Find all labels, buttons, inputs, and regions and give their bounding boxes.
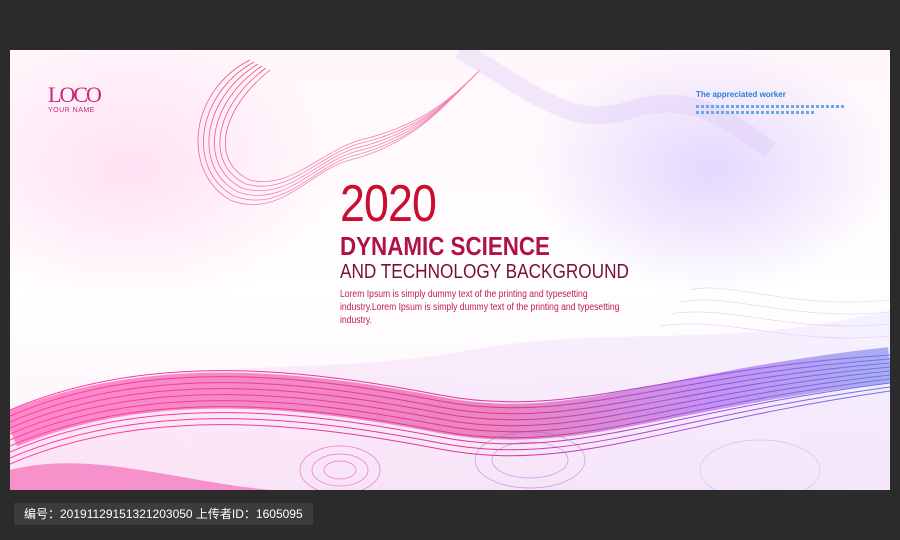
headline-body: Lorem Ipsum is simply dummy text of the … bbox=[340, 289, 620, 326]
headline-title: DYNAMIC SCIENCE bbox=[340, 231, 550, 261]
logo-subtitle: YOUR NAME bbox=[48, 107, 95, 114]
logo-mark: LOCO bbox=[48, 82, 102, 107]
headline-subtitle: AND TECHNOLOGY BACKGROUND bbox=[340, 261, 629, 283]
headline-block: 2020 DYNAMIC SCIENCE AND TECHNOLOGY BACK… bbox=[340, 178, 680, 327]
headline-year: 2020 bbox=[340, 175, 437, 233]
tagline-title: The appreciated worker bbox=[696, 90, 786, 99]
tagline-dots-2 bbox=[696, 111, 816, 114]
tagline-block: The appreciated worker bbox=[696, 90, 856, 114]
footer-id-label: 编号：20191129151321203050 上传者ID：1605095 bbox=[14, 503, 313, 525]
tagline-dots bbox=[696, 105, 846, 108]
poster-canvas: LOCO YOUR NAME The appreciated worker 20… bbox=[10, 50, 890, 490]
logo: LOCO YOUR NAME bbox=[48, 82, 102, 115]
